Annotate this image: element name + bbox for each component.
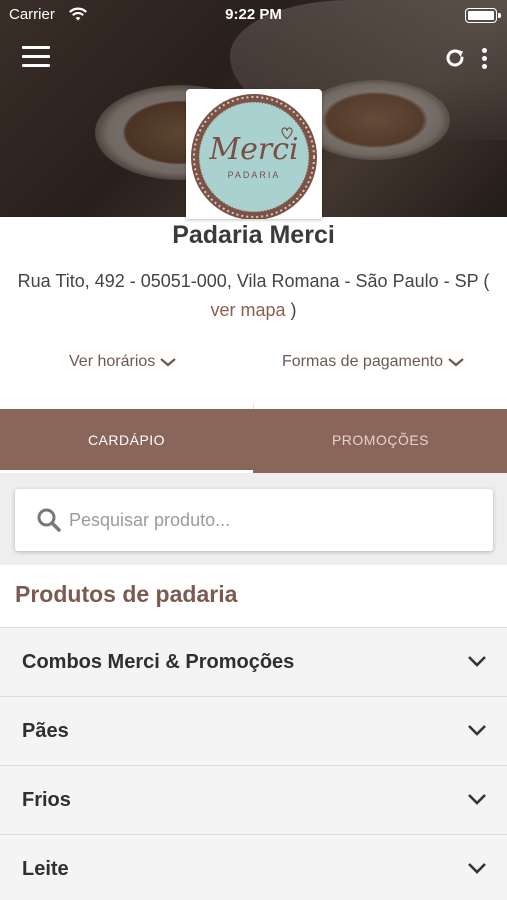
tab-promocoes[interactable]: PROMOÇÕES <box>254 409 507 473</box>
tab-bar: CARDÁPIO PROMOÇÕES <box>0 409 507 473</box>
list-item[interactable]: Leite <box>0 834 507 900</box>
category-label: Leite <box>22 858 69 880</box>
logo-subtitle: PADARIA <box>228 170 281 180</box>
search-input[interactable] <box>69 501 469 539</box>
battery-icon <box>465 8 501 23</box>
refresh-icon[interactable] <box>442 45 468 71</box>
view-map-link[interactable]: ver mapa <box>210 300 285 320</box>
chevron-down-icon <box>160 357 176 367</box>
payment-methods-label: Formas de pagamento <box>282 353 443 370</box>
list-item[interactable]: Combos Merci & Promoções <box>0 627 507 696</box>
category-label: Pães <box>22 720 69 742</box>
search-box <box>15 489 493 551</box>
chevron-down-icon <box>468 656 486 667</box>
list-item[interactable]: Frios <box>0 765 507 834</box>
store-logo: Merci PADARIA <box>186 89 322 219</box>
category-list: Combos Merci & Promoções Pães Frios Leit… <box>0 627 507 900</box>
list-item[interactable]: Pães <box>0 696 507 765</box>
chevron-down-icon <box>468 794 486 805</box>
address-text: Rua Tito, 492 - 05051-000, Vila Romana -… <box>17 271 479 291</box>
section-title: Produtos de padaria <box>15 581 238 607</box>
search-area <box>0 473 507 565</box>
section-header: Produtos de padaria <box>0 565 507 627</box>
more-vertical-icon[interactable] <box>478 45 492 71</box>
map-close-paren: ) <box>290 300 297 320</box>
tab-cardapio[interactable]: CARDÁPIO <box>0 409 253 473</box>
view-hours-button[interactable]: Ver horários <box>69 353 177 371</box>
chevron-down-icon <box>468 725 486 736</box>
store-info: Padaria Merci Rua Tito, 492 - 05051-000,… <box>0 217 507 409</box>
menu-icon <box>22 46 50 49</box>
search-icon <box>37 508 61 532</box>
store-name: Padaria Merci <box>172 221 335 249</box>
category-label: Frios <box>22 789 71 811</box>
view-hours-label: Ver horários <box>69 353 156 370</box>
status-bar: Carrier 9:22 PM <box>0 0 507 30</box>
menu-button[interactable] <box>22 46 50 68</box>
chevron-down-icon <box>468 863 486 874</box>
map-open-paren: ( <box>483 271 490 291</box>
clock: 9:22 PM <box>225 6 282 23</box>
chevron-down-icon <box>448 357 464 367</box>
store-address: Rua Tito, 492 - 05051-000, Vila Romana -… <box>14 267 493 325</box>
payment-methods-button[interactable]: Formas de pagamento <box>282 353 465 371</box>
category-label: Combos Merci & Promoções <box>22 651 295 673</box>
